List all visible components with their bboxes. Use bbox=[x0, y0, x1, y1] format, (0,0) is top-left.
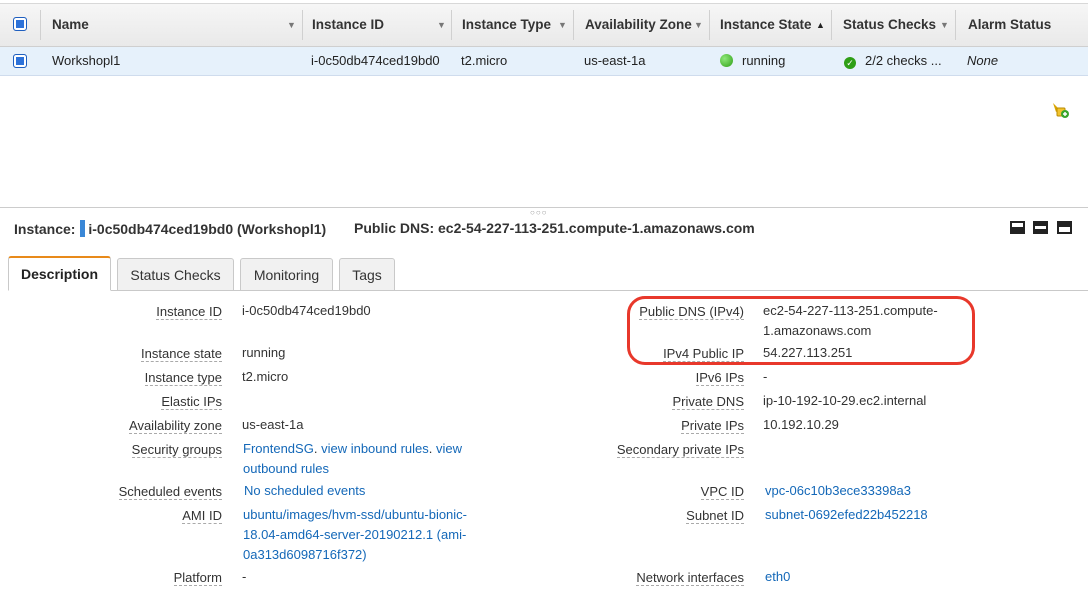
label-availability-zone: Availability zone bbox=[129, 418, 222, 434]
link-separator: . bbox=[428, 441, 433, 456]
label-private-ips: Private IPs bbox=[681, 418, 744, 434]
tab-tags[interactable]: Tags bbox=[339, 258, 395, 291]
row-instance-id: i-0c50db474ced19bd0 bbox=[311, 53, 440, 68]
select-all-checkbox[interactable] bbox=[13, 17, 27, 31]
network-interface-link[interactable]: eth0 bbox=[765, 567, 790, 587]
column-divider bbox=[709, 10, 710, 40]
value-instance-id: i-0c50db474ced19bd0 bbox=[242, 303, 371, 318]
column-header-alarm-status-label: Alarm Status bbox=[968, 17, 1052, 32]
column-header-status-checks[interactable]: Status Checks bbox=[843, 4, 936, 46]
column-header-alarm-status[interactable]: Alarm Status bbox=[968, 4, 1051, 46]
ami-id-link-line[interactable]: 0a313d6098716f372) bbox=[243, 545, 467, 565]
link-separator: . bbox=[313, 441, 318, 456]
instance-color-marker bbox=[80, 220, 86, 237]
view-outbound-rules-link[interactable]: view bbox=[436, 441, 462, 456]
sort-dropdown-icon[interactable]: ▼ bbox=[287, 4, 296, 46]
value-security-groups: FrontendSG. view inbound rules. view out… bbox=[243, 439, 493, 479]
label-vpc-id: VPC ID bbox=[700, 484, 744, 500]
value-availability-zone: us-east-1a bbox=[242, 417, 304, 432]
ami-id-link-line[interactable]: 18.04-amd64-server-20190212.1 (ami- bbox=[243, 525, 467, 545]
value-private-dns: ip-10-192-10-29.ec2.internal bbox=[763, 393, 927, 408]
column-header-instance-id-label: Instance ID bbox=[312, 17, 385, 32]
label-ami-id: AMI ID bbox=[182, 508, 222, 524]
column-header-instance-id[interactable]: Instance ID bbox=[312, 4, 384, 46]
row-status-checks-label: 2/2 checks ... bbox=[865, 53, 942, 68]
tab-monitoring[interactable]: Monitoring bbox=[240, 258, 333, 291]
instance-summary-value: i-0c50db474ced19bd0 (Workshopl1) bbox=[88, 221, 327, 237]
instance-grid-header: Name ▼ Instance ID ▼ Instance Type ▼ Ava… bbox=[0, 3, 1088, 47]
security-group-link[interactable]: FrontendSG bbox=[243, 441, 314, 456]
column-divider bbox=[955, 10, 956, 40]
vpc-id-link[interactable]: vpc-06c10b3ece33398a3 bbox=[765, 481, 911, 501]
row-name: Workshopl1 bbox=[52, 53, 121, 68]
sort-dropdown-icon[interactable]: ▼ bbox=[694, 4, 703, 46]
column-header-availability-zone-label: Availability Zone bbox=[585, 17, 692, 32]
row-checkbox[interactable] bbox=[13, 54, 27, 68]
public-dns-summary-value: ec2-54-227-113-251.compute-1.amazonaws.c… bbox=[438, 220, 755, 236]
view-outbound-rules-link[interactable]: outbound rules bbox=[243, 461, 329, 476]
public-dns-summary-label: Public DNS: bbox=[354, 220, 435, 236]
label-scheduled-events: Scheduled events bbox=[118, 484, 222, 500]
tab-description[interactable]: Description bbox=[8, 256, 111, 291]
label-network-interfaces: Network interfaces bbox=[636, 570, 744, 586]
tab-status-checks[interactable]: Status Checks bbox=[117, 258, 234, 291]
label-private-dns: Private DNS bbox=[672, 394, 744, 410]
row-instance-state-label: running bbox=[742, 53, 786, 68]
row-instance-state: running bbox=[720, 47, 785, 75]
value-instance-type: t2.micro bbox=[242, 369, 289, 384]
sort-ascending-icon[interactable]: ▲ bbox=[816, 4, 825, 46]
pane-layout-bottom-icon[interactable] bbox=[1010, 221, 1025, 234]
column-divider bbox=[573, 10, 574, 40]
value-private-ips: 10.192.10.29 bbox=[763, 417, 839, 432]
column-header-availability-zone[interactable]: Availability Zone bbox=[585, 4, 692, 46]
row-availability-zone: us-east-1a bbox=[584, 53, 646, 68]
row-alarm-status: None bbox=[967, 53, 999, 68]
column-header-instance-type-label: Instance Type bbox=[462, 17, 552, 32]
pane-layout-split-icon[interactable] bbox=[1033, 221, 1048, 234]
label-elastic-ips: Elastic IPs bbox=[161, 394, 222, 410]
column-header-instance-state[interactable]: Instance State bbox=[720, 4, 812, 46]
splitter-grip-icon[interactable]: ○○○ bbox=[530, 208, 548, 217]
ami-id-link-line[interactable]: ubuntu/images/hvm-ssd/ubuntu-bionic- bbox=[243, 505, 467, 525]
value-ami-id[interactable]: ubuntu/images/hvm-ssd/ubuntu-bionic- 18.… bbox=[243, 505, 467, 565]
column-header-instance-type[interactable]: Instance Type bbox=[462, 4, 551, 46]
subnet-id-link[interactable]: subnet-0692efed22b452218 bbox=[765, 505, 928, 525]
column-header-instance-state-label: Instance State bbox=[720, 17, 812, 32]
column-divider bbox=[302, 10, 303, 40]
running-state-icon bbox=[720, 54, 733, 67]
instance-summary: Instance: i-0c50db474ced19bd0 (Workshopl… bbox=[14, 220, 326, 237]
label-secondary-private-ips: Secondary private IPs bbox=[616, 442, 744, 458]
label-instance-id: Instance ID bbox=[156, 304, 222, 320]
row-status-checks[interactable]: ✓ 2/2 checks ... bbox=[844, 47, 942, 75]
row-instance-type: t2.micro bbox=[461, 53, 508, 68]
scheduled-events-link[interactable]: No scheduled events bbox=[244, 481, 365, 501]
table-row[interactable]: Workshopl1 i-0c50db474ced19bd0 t2.micro … bbox=[0, 47, 1088, 118]
value-instance-state: running bbox=[242, 345, 286, 360]
label-security-groups: Security groups bbox=[131, 442, 222, 458]
label-instance-state: Instance state bbox=[141, 346, 222, 362]
alarm-edit-icon[interactable] bbox=[1050, 99, 1070, 119]
sort-dropdown-icon[interactable]: ▼ bbox=[940, 4, 949, 46]
label-subnet-id: Subnet ID bbox=[686, 508, 744, 524]
view-inbound-rules-link[interactable]: view inbound rules bbox=[321, 441, 429, 456]
label-ipv6-ips: IPv6 IPs bbox=[695, 370, 744, 386]
column-divider bbox=[831, 10, 832, 40]
sort-dropdown-icon[interactable]: ▼ bbox=[437, 4, 446, 46]
column-header-status-checks-label: Status Checks bbox=[843, 17, 937, 32]
instance-summary-label: Instance: bbox=[14, 221, 76, 237]
status-check-icon: ✓ bbox=[844, 57, 856, 69]
public-dns-summary: Public DNS: ec2-54-227-113-251.compute-1… bbox=[354, 220, 755, 236]
value-ipv6-ips: - bbox=[763, 369, 768, 384]
label-platform: Platform bbox=[173, 570, 222, 586]
column-header-name[interactable]: Name bbox=[52, 4, 302, 46]
column-divider bbox=[40, 10, 41, 40]
value-platform: - bbox=[242, 569, 247, 584]
label-instance-type: Instance type bbox=[144, 370, 222, 386]
pane-layout-top-icon[interactable] bbox=[1057, 221, 1072, 234]
sort-dropdown-icon[interactable]: ▼ bbox=[558, 4, 567, 46]
column-header-name-label: Name bbox=[52, 17, 89, 32]
column-divider bbox=[451, 10, 452, 40]
highlight-annotation bbox=[627, 296, 975, 365]
